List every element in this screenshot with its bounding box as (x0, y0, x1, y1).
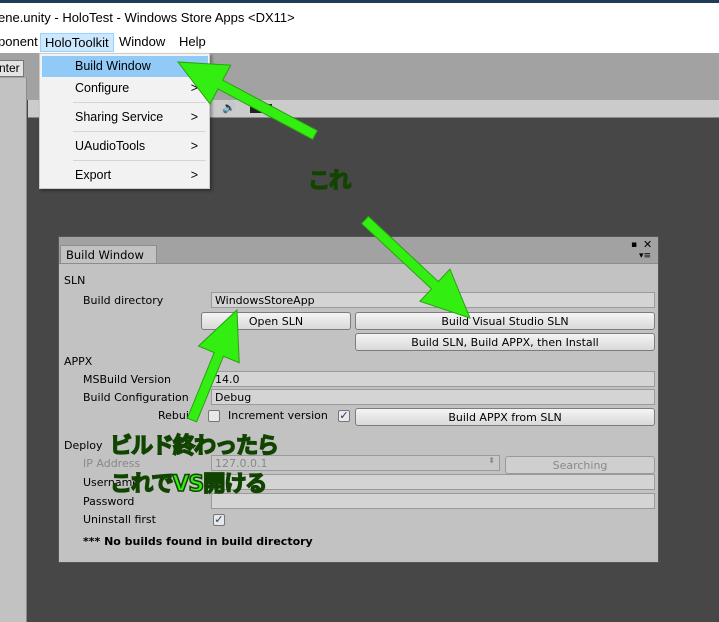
arrow-to-build-vs-sln (360, 215, 471, 319)
annotation-arrows (176, 61, 471, 423)
annotation-open-vs: これでVS開ける (109, 471, 268, 498)
arrow-to-open-sln (186, 308, 240, 423)
arrow-to-build-window (176, 61, 319, 141)
annotation-kore: これ (307, 168, 352, 195)
annotation-build-done: ビルド終わったら (109, 433, 280, 460)
